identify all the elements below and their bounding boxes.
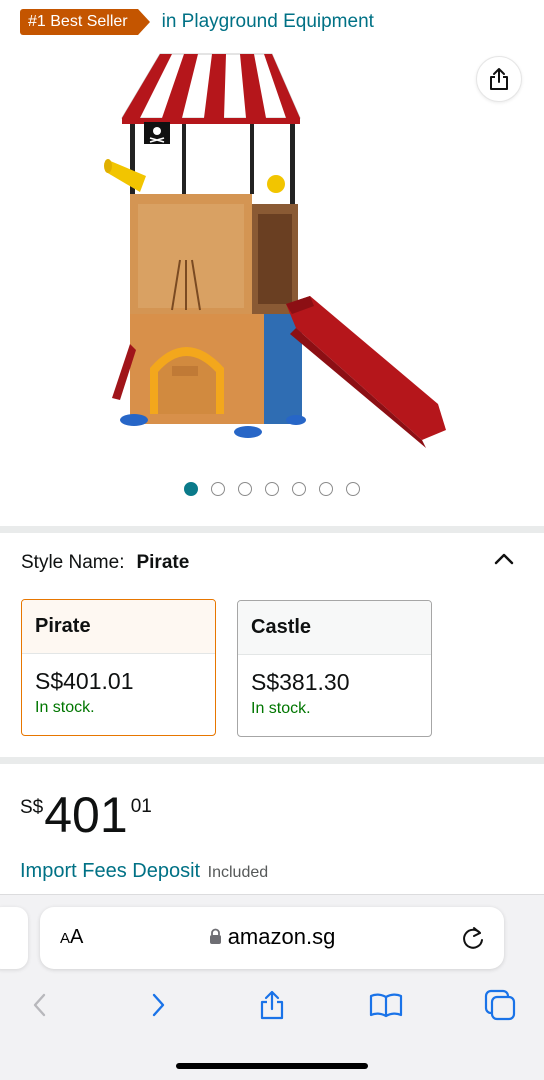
section-divider (0, 526, 544, 533)
style-name-label: Style Name: (21, 552, 125, 573)
url-display[interactable]: amazon.sg (40, 924, 504, 950)
import-fees-row: Import Fees Deposit Included (20, 860, 268, 883)
style-option-stock: In stock. (251, 700, 311, 717)
style-name-row: Style Name: Pirate (21, 552, 189, 574)
share-button[interactable] (476, 56, 522, 102)
carousel-dot[interactable] (184, 482, 198, 496)
import-fees-note: Included (207, 864, 269, 881)
carousel-dot[interactable] (292, 482, 306, 496)
import-fees-link[interactable]: Import Fees Deposit (20, 860, 200, 882)
carousel-dot[interactable] (346, 482, 360, 496)
home-indicator[interactable] (176, 1063, 368, 1069)
reload-icon[interactable] (460, 925, 486, 951)
bookmarks-button[interactable] (366, 985, 406, 1025)
carousel-dot[interactable] (265, 482, 279, 496)
carousel-dots (0, 482, 544, 496)
chevron-right-icon (152, 993, 165, 1017)
style-option-price: S$401.01 (35, 668, 134, 694)
product-image[interactable] (100, 48, 450, 458)
best-seller-row: #1 Best Seller in Playground Equipment (20, 8, 374, 36)
chevron-left-icon (33, 993, 46, 1017)
previous-tab-preview[interactable] (0, 907, 28, 969)
style-option-pirate[interactable]: Pirate S$401.01 In stock. (21, 599, 216, 736)
style-name-value: Pirate (136, 552, 190, 573)
style-option-name: Pirate (22, 600, 215, 654)
book-icon (369, 993, 403, 1018)
share-icon (490, 68, 508, 90)
style-option-price: S$381.30 (251, 669, 350, 695)
tabs-icon (484, 989, 516, 1021)
share-icon (260, 990, 284, 1020)
tabs-button[interactable] (480, 985, 520, 1025)
forward-button[interactable] (138, 985, 178, 1025)
address-bar[interactable]: AA amazon.sg (40, 907, 504, 969)
roof-awning (121, 53, 301, 124)
url-text: amazon.sg (227, 924, 336, 949)
price-whole: 401 (44, 787, 128, 843)
lock-icon (209, 928, 221, 944)
best-seller-badge: #1 Best Seller (20, 9, 150, 35)
best-seller-category-link[interactable]: in Playground Equipment (162, 11, 374, 33)
price-currency: S$ (20, 797, 44, 818)
style-option-name: Castle (238, 601, 431, 655)
chevron-up-icon[interactable] (492, 549, 516, 569)
browser-toolbar (0, 985, 544, 1025)
section-divider (0, 757, 544, 764)
back-button[interactable] (20, 985, 60, 1025)
price-fraction: 01 (130, 796, 152, 817)
carousel-dot[interactable] (319, 482, 333, 496)
style-option-castle[interactable]: Castle S$381.30 In stock. (237, 600, 432, 737)
browser-bottom-bar: AA amazon.sg (0, 894, 544, 1080)
carousel-dot[interactable] (238, 482, 252, 496)
carousel-dot[interactable] (211, 482, 225, 496)
share-page-button[interactable] (252, 985, 292, 1025)
style-option-stock: In stock. (35, 699, 95, 716)
product-price: S$ 401 01 (20, 788, 152, 842)
